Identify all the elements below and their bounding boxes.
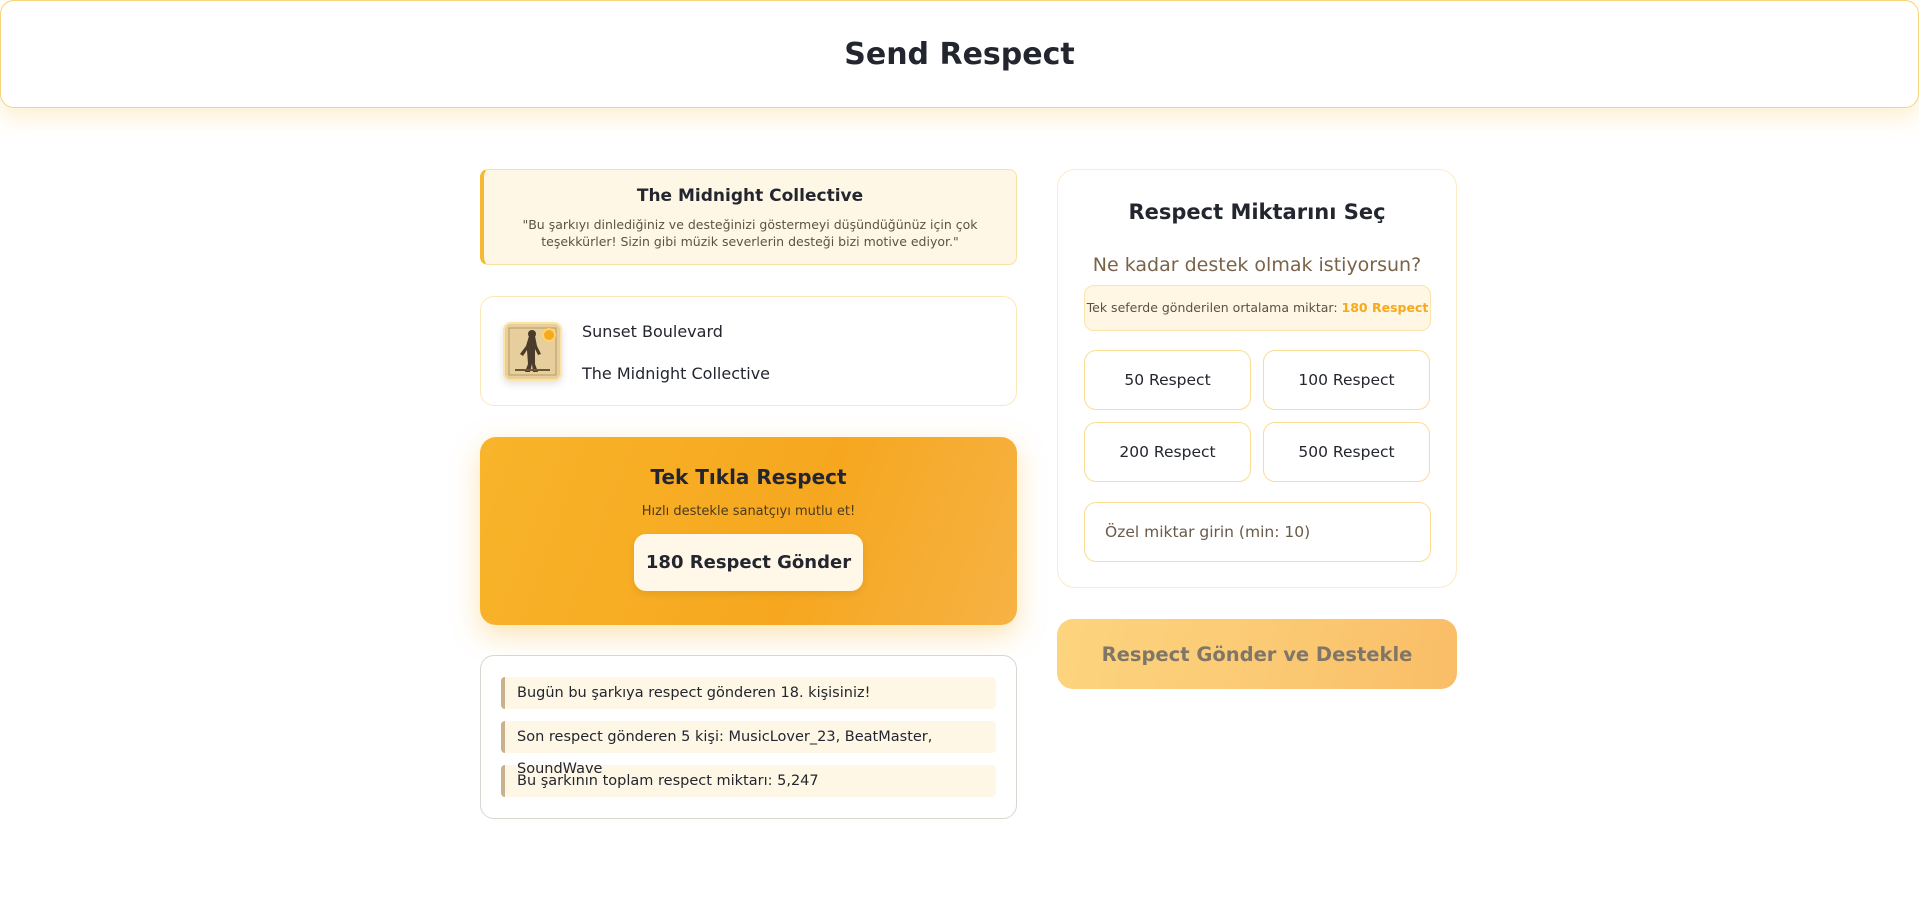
stat-item: Bugün bu şarkıya respect gönderen 18. ki…: [501, 677, 996, 709]
quick-respect-title: Tek Tıkla Respect: [650, 465, 847, 489]
badge-dot-icon: [542, 328, 556, 342]
amount-option-500[interactable]: 500 Respect: [1263, 422, 1430, 482]
average-amount-label: Tek seferde gönderilen ortalama miktar:: [1086, 300, 1338, 315]
amount-option-200[interactable]: 200 Respect: [1084, 422, 1251, 482]
amount-option-100[interactable]: 100 Respect: [1263, 350, 1430, 410]
amount-option-50[interactable]: 50 Respect: [1084, 350, 1251, 410]
quick-respect-subtitle: Hızlı destekle sanatçıyı mutlu et!: [641, 504, 856, 519]
album-cover-icon: [503, 322, 562, 381]
custom-amount-input[interactable]: [1084, 502, 1431, 562]
quick-send-button[interactable]: 180 Respect Gönder: [634, 534, 863, 591]
stat-item: Bu şarkının toplam respect miktarı: 5,24…: [501, 765, 996, 797]
amount-question: Ne kadar destek olmak istiyorsun?: [1092, 254, 1422, 276]
page-header: Send Respect: [0, 0, 1919, 108]
song-artist: The Midnight Collective: [582, 364, 771, 383]
artist-message-card: The Midnight Collective "Bu şarkıyı dinl…: [480, 169, 1017, 265]
average-amount-value: 180 Respect: [1341, 300, 1429, 315]
amount-selection-card: Respect Miktarını Seç Ne kadar destek ol…: [1057, 169, 1457, 588]
stat-item: Son respect gönderen 5 kişi: MusicLover_…: [501, 721, 996, 777]
quick-respect-card: Tek Tıkla Respect Hızlı destekle sanatçı…: [480, 437, 1017, 625]
artist-message: "Bu şarkıyı dinlediğiniz ve desteğinizi …: [522, 217, 978, 249]
stats-card: Bugün bu şarkıya respect gönderen 18. ki…: [480, 655, 1017, 819]
song-card: Sunset Boulevard The Midnight Collective: [480, 296, 1017, 406]
send-respect-button[interactable]: Respect Gönder ve Destekle: [1057, 619, 1457, 689]
average-amount-info: Tek seferde gönderilen ortalama miktar: …: [1084, 285, 1431, 331]
amount-title: Respect Miktarını Seç: [1128, 200, 1386, 224]
page-title: Send Respect: [844, 36, 1075, 72]
song-title: Sunset Boulevard: [582, 322, 723, 341]
artist-name: The Midnight Collective: [636, 186, 864, 206]
